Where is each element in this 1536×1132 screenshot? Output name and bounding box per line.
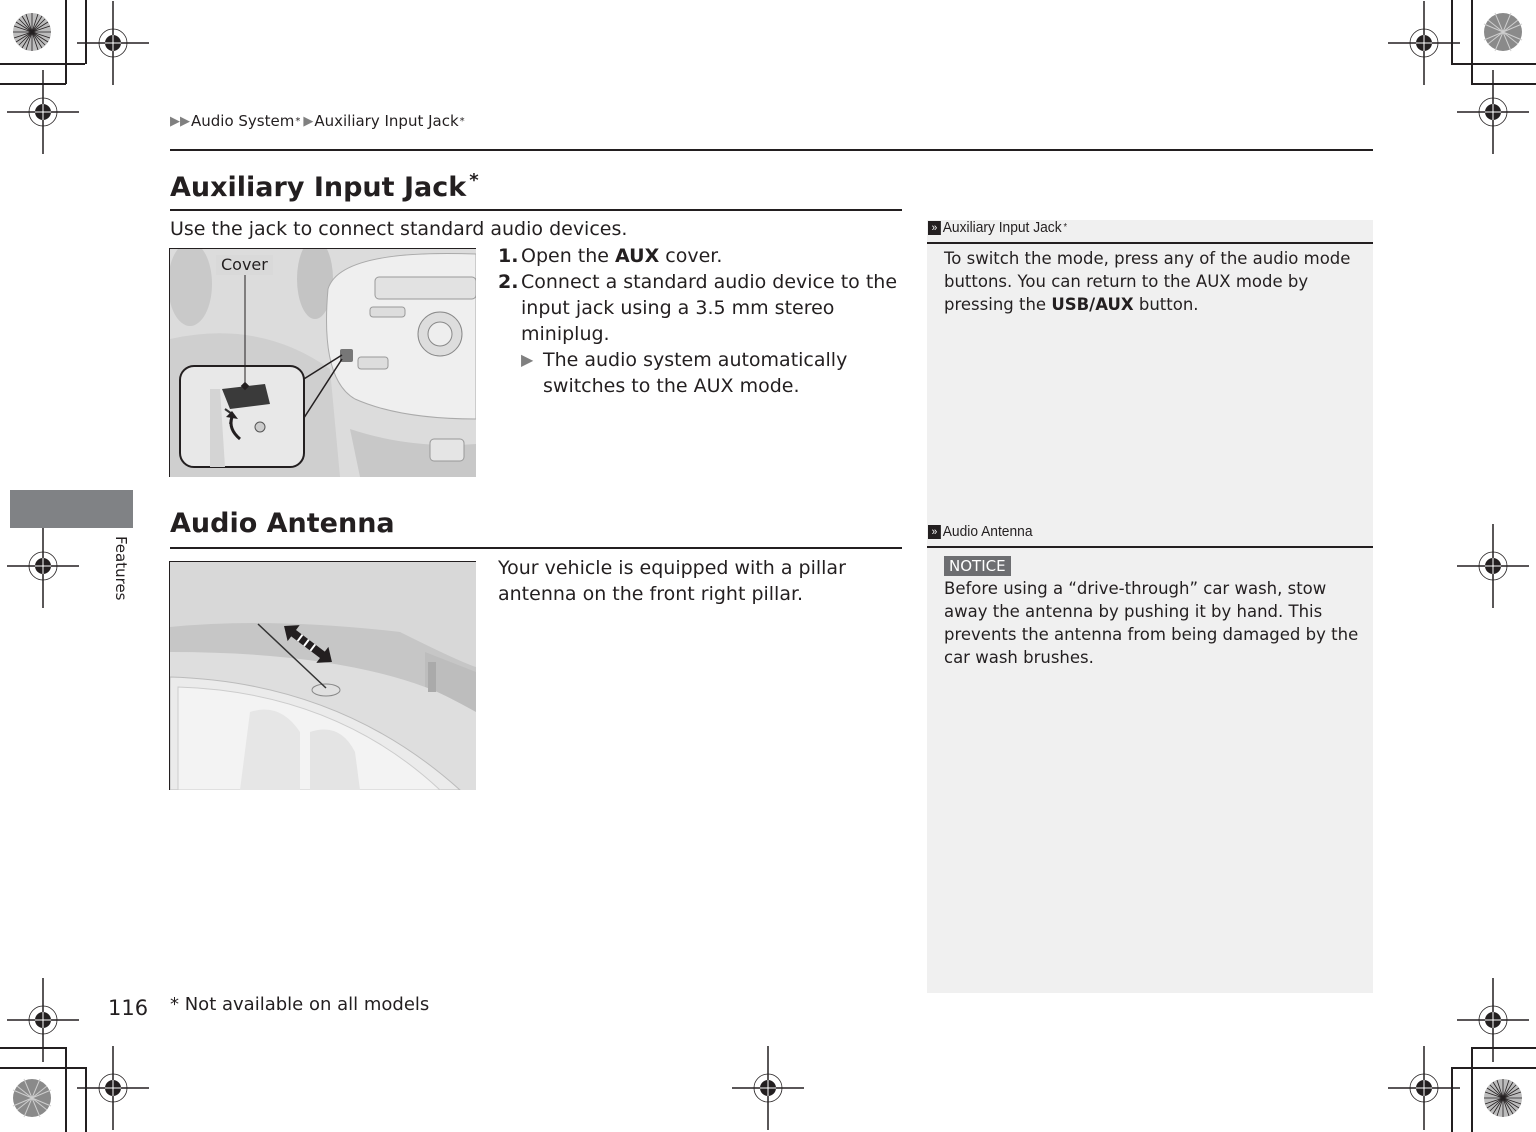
note-title-antenna: » Audio Antenna: [928, 523, 1033, 540]
note-title-text: Audio Antenna: [942, 523, 1033, 540]
starburst-mark: [1483, 1078, 1523, 1118]
breadcrumb: ▶▶ Audio System * ▶ Auxiliary Input Jack *: [170, 112, 468, 130]
antenna-illustration: [169, 561, 476, 790]
note-rule: [927, 242, 1373, 244]
note-title-aux-jack: » Auxiliary Input Jack *: [928, 219, 1067, 236]
section-rule: [170, 209, 902, 211]
double-arrow-icon: ▶▶: [170, 113, 190, 129]
note-text-bold: USB/AUX: [1051, 295, 1134, 314]
notice-text: Before using a “drive-through” car wash,…: [944, 579, 1359, 667]
step-number: 2.: [498, 271, 519, 293]
instruction-steps: 1. Open the AUX cover. 2. Connect a stan…: [498, 243, 903, 399]
registration-mark: [1456, 523, 1530, 609]
chapter-tab-label: Features: [112, 536, 130, 601]
asterisk: *: [1063, 222, 1068, 233]
step-sub-note: ▶ The audio system automatically switche…: [498, 347, 903, 399]
asterisk: *: [459, 115, 465, 127]
note-title-text: Auxiliary Input Jack: [942, 219, 1062, 236]
step-text-bold: AUX: [615, 245, 660, 267]
arrow-icon: ▶: [303, 113, 314, 129]
registration-mark: [1387, 0, 1461, 86]
dashboard-illustration: [170, 249, 476, 477]
figure-label-cover: Cover: [216, 255, 273, 275]
step-text: Connect a standard audio device to the i…: [521, 271, 898, 345]
registration-mark: [1456, 977, 1530, 1063]
moire-mark: [12, 1078, 52, 1118]
arrow-icon: ▶: [521, 350, 534, 369]
car-roof-illustration: [170, 562, 476, 790]
registration-mark: [6, 977, 80, 1063]
step-text-post: cover.: [659, 245, 723, 267]
section-rule: [170, 547, 902, 549]
antenna-body-text: Your vehicle is equipped with a pillar a…: [498, 557, 846, 605]
asterisk: *: [295, 115, 301, 127]
header-rule: [170, 149, 1373, 151]
registration-mark: [731, 1045, 805, 1131]
breadcrumb-item-audio-system[interactable]: Audio System: [191, 112, 294, 130]
note-text-antenna: NOTICE Before using a “drive-through” ca…: [944, 554, 1364, 669]
section-heading-antenna: Audio Antenna: [170, 508, 395, 539]
moire-mark: [1483, 12, 1523, 52]
step-text: Open the AUX cover.: [521, 243, 722, 269]
breadcrumb-item-aux-jack[interactable]: Auxiliary Input Jack: [314, 112, 458, 130]
heading-text: Auxiliary Input Jack: [170, 172, 467, 203]
aux-jack-illustration: Cover: [169, 248, 476, 477]
step-number: 1.: [498, 245, 519, 267]
double-chevron-icon: »: [928, 220, 941, 235]
registration-mark: [1456, 69, 1530, 155]
footnote: * Not available on all models: [170, 994, 430, 1015]
notice-badge: NOTICE: [944, 556, 1011, 576]
note-text-aux-jack: To switch the mode, press any of the aud…: [944, 247, 1364, 316]
note-text-post: button.: [1133, 295, 1199, 314]
registration-mark: [1387, 1045, 1461, 1131]
step-2: 2. Connect a standard audio device to th…: [498, 269, 903, 347]
step-text-pre: Open the: [521, 245, 616, 267]
intro-text: Use the jack to connect standard audio d…: [170, 218, 628, 240]
chapter-tab: [10, 490, 133, 528]
registration-mark: [76, 0, 150, 86]
registration-mark: [6, 69, 80, 155]
page-number: 116: [108, 996, 149, 1020]
note-rule: [927, 546, 1373, 548]
asterisk: *: [469, 170, 479, 191]
section-heading-aux-jack: Auxiliary Input Jack *: [170, 170, 479, 203]
sub-note-text: The audio system automatically switches …: [543, 349, 848, 397]
step-1: 1. Open the AUX cover.: [498, 243, 903, 269]
double-chevron-icon: »: [928, 524, 941, 539]
registration-mark: [76, 1045, 150, 1131]
registration-mark: [6, 523, 80, 609]
starburst-mark: [12, 12, 52, 52]
